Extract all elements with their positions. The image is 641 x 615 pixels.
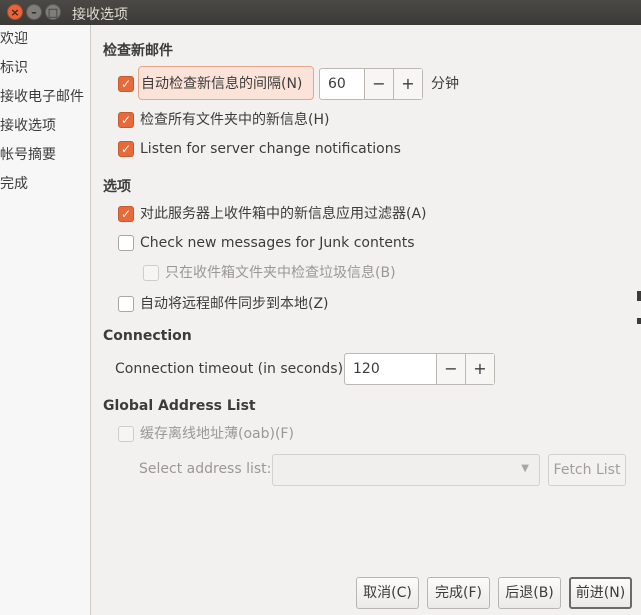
- listen-notifications-checkbox[interactable]: ✓: [118, 141, 134, 157]
- sidebar-item-account-summary: 帐号摘要: [0, 147, 56, 163]
- window-edge-artifact: [637, 318, 641, 324]
- check-junk-label: Check new messages for Junk contents: [140, 235, 415, 251]
- cache-oab-checkbox[interactable]: [118, 426, 134, 442]
- minimize-window-button[interactable]: –: [26, 4, 42, 20]
- apply-filters-checkbox[interactable]: ✓: [118, 206, 134, 222]
- auto-check-label: 自动检查新信息的间隔(N): [141, 76, 303, 92]
- sidebar-item-done: 完成: [0, 176, 28, 192]
- check-new-mail-header: 检查新邮件: [103, 43, 173, 59]
- maximize-window-button[interactable]: □: [45, 4, 61, 20]
- interval-increment-button[interactable]: +: [393, 69, 422, 99]
- window-edge-artifact: [637, 291, 641, 301]
- back-button[interactable]: 后退(B): [498, 577, 561, 609]
- timeout-value[interactable]: 120: [345, 354, 436, 384]
- address-list-combo[interactable]: ▼: [272, 454, 540, 486]
- interval-value[interactable]: 60: [320, 69, 364, 99]
- interval-spinbutton[interactable]: 60 − +: [319, 68, 423, 100]
- select-address-list-label: Select address list:: [139, 461, 272, 477]
- interval-decrement-button[interactable]: −: [364, 69, 393, 99]
- cache-oab-label: 缓存离线地址薄(oab)(F): [140, 426, 294, 442]
- sidebar-item-welcome: 欢迎: [0, 31, 28, 47]
- options-header: 选项: [103, 179, 131, 195]
- title-bar: × – □ 接收选项: [0, 0, 641, 25]
- sidebar-item-receiving-options: 接收选项: [0, 118, 56, 134]
- fetch-list-button[interactable]: Fetch List: [548, 454, 626, 486]
- forward-button[interactable]: 前进(N): [569, 577, 632, 609]
- finish-button[interactable]: 完成(F): [427, 577, 490, 609]
- apply-filters-label: 对此服务器上收件箱中的新信息应用过滤器(A): [140, 206, 427, 222]
- check-all-folders-label: 检查所有文件夹中的新信息(H): [140, 112, 330, 128]
- inbox-only-junk-checkbox[interactable]: [143, 265, 159, 281]
- dropdown-arrow-icon: ▼: [521, 463, 529, 474]
- inbox-only-junk-label: 只在收件箱文件夹中检查垃圾信息(B): [165, 265, 396, 281]
- timeout-decrement-button[interactable]: −: [436, 354, 465, 384]
- timeout-spinbutton[interactable]: 120 − +: [344, 353, 495, 385]
- timeout-label: Connection timeout (in seconds): [115, 361, 344, 377]
- sync-local-checkbox[interactable]: [118, 296, 134, 312]
- listen-notifications-label: Listen for server change notifications: [140, 141, 401, 157]
- check-all-folders-checkbox[interactable]: ✓: [118, 112, 134, 128]
- window-title: 接收选项: [72, 7, 128, 23]
- cancel-button[interactable]: 取消(C): [356, 577, 419, 609]
- close-window-button[interactable]: ×: [7, 4, 23, 20]
- sidebar-item-receiving-email: 接收电子邮件: [0, 89, 84, 105]
- gal-header: Global Address List: [103, 398, 256, 414]
- timeout-increment-button[interactable]: +: [465, 354, 494, 384]
- sync-local-label: 自动将远程邮件同步到本地(Z): [140, 296, 329, 312]
- check-junk-checkbox[interactable]: [118, 235, 134, 251]
- sidebar-item-identity: 标识: [0, 60, 28, 76]
- connection-header: Connection: [103, 328, 192, 344]
- interval-unit-label: 分钟: [431, 76, 459, 92]
- auto-check-checkbox[interactable]: ✓: [118, 76, 134, 92]
- assistant-sidebar: 欢迎 标识 接收电子邮件 接收选项 帐号摘要 完成: [0, 25, 91, 615]
